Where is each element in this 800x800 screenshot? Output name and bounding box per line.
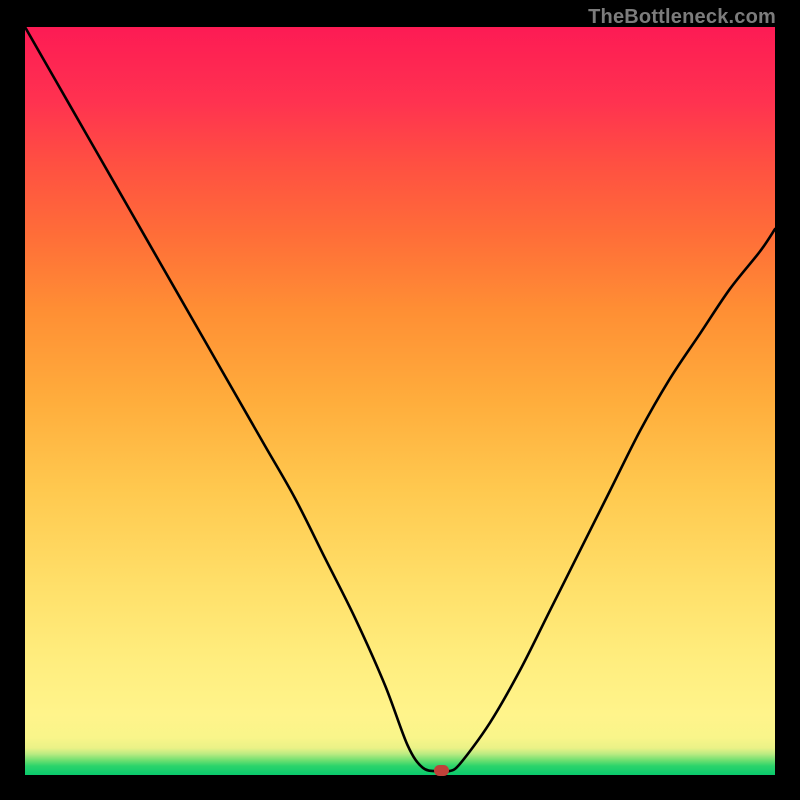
minimum-marker (434, 765, 449, 776)
attribution-label: TheBottleneck.com (588, 6, 776, 29)
chart-plot-area (25, 27, 775, 775)
bottleneck-curve (25, 27, 775, 775)
chart-frame: TheBottleneck.com (0, 0, 800, 800)
